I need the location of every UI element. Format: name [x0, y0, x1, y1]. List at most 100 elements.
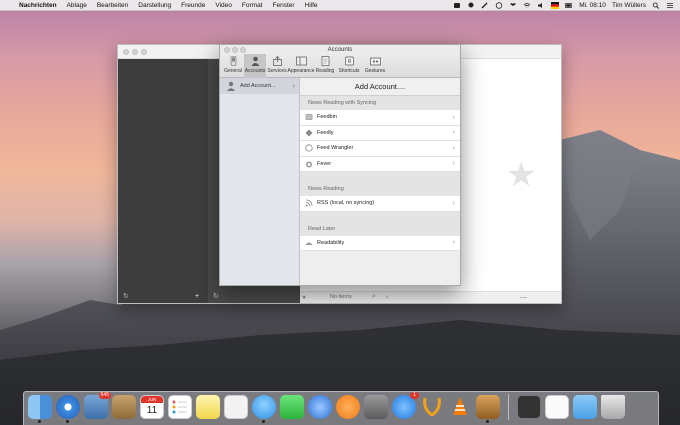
menu-format[interactable]: Format — [237, 2, 268, 9]
section-header: Read Later — [300, 221, 460, 236]
notification-center-icon[interactable] — [666, 2, 674, 9]
tab-accounts[interactable]: Accounts — [244, 54, 266, 78]
dropbox-icon[interactable] — [509, 2, 517, 9]
chevron-right-icon: › — [452, 113, 455, 121]
sidebar-item-label: Add Account... — [240, 83, 276, 89]
battery-icon[interactable] — [565, 2, 573, 9]
tab-appearance[interactable]: Appearance — [288, 54, 314, 78]
photos-app-icon[interactable]: 645 — [84, 392, 111, 419]
menu-bearbeiten[interactable]: Bearbeiten — [92, 2, 133, 9]
preview-icon[interactable] — [224, 395, 248, 419]
tab-gestures[interactable]: Gestures — [362, 54, 388, 78]
star-icon[interactable]: ★ — [506, 155, 536, 195]
chevron-right-icon: › — [452, 199, 455, 207]
back-arrow-icon[interactable]: ‹ — [386, 294, 388, 301]
facetime-icon[interactable] — [280, 395, 304, 419]
service-row-feed-wrangler[interactable]: Feed Wrangler › — [300, 141, 460, 157]
status-bulb-icon[interactable] — [467, 2, 475, 9]
status-wrench-icon[interactable] — [481, 2, 489, 9]
prefs-zoom-button[interactable] — [240, 47, 246, 53]
notification-badge: 1 — [410, 392, 419, 399]
flag-de-icon[interactable] — [551, 1, 560, 9]
prefs-toolbar: General Accounts Services Appearance Rea… — [220, 54, 460, 78]
menu-fenster[interactable]: Fenster — [268, 2, 300, 9]
add-icon[interactable]: + — [195, 293, 199, 300]
service-row-feedbin[interactable]: Feedbin › — [300, 110, 460, 126]
prefs-close-button[interactable] — [224, 47, 230, 53]
itunes-icon[interactable] — [308, 395, 332, 419]
volume-icon[interactable] — [537, 2, 545, 9]
dock-items: 645 JUN 11 1 — [28, 392, 625, 423]
more-icon[interactable]: — — [520, 294, 527, 301]
documents-stack-icon[interactable] — [545, 395, 569, 419]
calendar-icon[interactable]: JUN 11 — [140, 395, 164, 419]
keyboard-viewer-icon[interactable] — [517, 395, 541, 419]
menu-darstellung[interactable]: Darstellung — [133, 2, 176, 9]
downloads-folder-icon[interactable] — [573, 395, 597, 419]
feedly-icon — [305, 129, 313, 137]
chevron-right-icon: › — [452, 129, 455, 137]
chevron-right-icon: › — [292, 82, 295, 90]
ibooks-icon[interactable] — [336, 395, 360, 419]
mark-read-icon[interactable]: ● — [302, 294, 306, 301]
service-row-feedly[interactable]: Feedly › — [300, 125, 460, 141]
tab-services[interactable]: Services — [266, 54, 288, 78]
menu-app-name[interactable]: Nachrichten — [14, 2, 62, 9]
search-list-icon[interactable]: ⌕ — [372, 293, 376, 301]
messages-icon[interactable] — [252, 395, 276, 423]
minimize-button[interactable] — [132, 49, 138, 55]
refresh-icon[interactable]: ↻ — [123, 292, 129, 300]
section-header: News Reading — [300, 182, 460, 196]
menu-bar: Nachrichten Ablage Bearbeiten Darstellun… — [0, 0, 680, 11]
key-icon: R — [344, 56, 354, 66]
search-icon[interactable] — [652, 2, 660, 9]
calendar-day: 11 — [146, 405, 158, 416]
status-history-icon[interactable] — [495, 1, 503, 9]
service-row-readability[interactable]: Readability › — [300, 235, 460, 251]
sidebar-item-add-account[interactable]: Add Account... › — [220, 78, 299, 94]
system-preferences-icon[interactable] — [364, 395, 388, 419]
reeder-app-icon[interactable] — [476, 395, 500, 423]
menu-freunde[interactable]: Freunde — [176, 2, 210, 9]
app-store-icon[interactable]: 1 — [392, 392, 419, 419]
svg-text:R: R — [347, 59, 351, 65]
section-header: News Reading with Syncing — [300, 96, 460, 110]
menubar-user[interactable]: Tim Wüllers — [612, 2, 646, 9]
accounts-preferences-window: Accounts General Accounts Services Appea… — [219, 44, 461, 286]
status-text: No items — [330, 294, 352, 300]
feedbin-icon — [305, 114, 313, 121]
prefs-minimize-button[interactable] — [232, 47, 238, 53]
menu-hilfe[interactable]: Hilfe — [300, 2, 323, 9]
vlc-icon[interactable] — [448, 395, 472, 419]
menu-video[interactable]: Video — [210, 2, 237, 9]
feed-wrangler-icon — [305, 144, 313, 152]
chevron-right-icon: › — [452, 144, 455, 152]
dock-separator — [508, 394, 509, 420]
reeder-sync-icon[interactable]: ↻ — [213, 292, 219, 300]
menu-ablage[interactable]: Ablage — [62, 2, 92, 9]
menubar-clock[interactable]: Mi. 08:10 — [579, 2, 606, 9]
readability-icon — [305, 242, 313, 245]
lyre-app-icon[interactable] — [420, 395, 444, 419]
wifi-icon[interactable] — [523, 2, 531, 9]
panel-title: Add Account.... — [300, 78, 460, 96]
add-account-panel: Add Account.... News Reading with Syncin… — [300, 78, 460, 285]
tab-shortcuts[interactable]: R Shortcuts — [336, 54, 362, 78]
zoom-button[interactable] — [141, 49, 147, 55]
close-button[interactable] — [123, 49, 129, 55]
tab-general[interactable]: General — [222, 54, 244, 78]
notes-book-icon[interactable] — [112, 395, 136, 419]
notes-icon[interactable] — [196, 395, 220, 419]
chevron-right-icon: › — [452, 160, 455, 168]
service-row-fever[interactable]: Fever › — [300, 156, 460, 172]
accounts-sidebar: Add Account... › — [220, 78, 300, 285]
trash-icon[interactable] — [601, 395, 625, 419]
share-icon — [272, 56, 282, 66]
tab-reading[interactable]: Reading — [314, 54, 336, 78]
safari-icon[interactable] — [56, 395, 80, 423]
calendar-month: JUN — [141, 396, 163, 403]
service-row-rss-local[interactable]: RSS (local, no syncing) › — [300, 196, 460, 212]
finder-icon[interactable] — [28, 395, 52, 423]
status-eye-icon[interactable] — [453, 2, 461, 9]
reminders-icon[interactable] — [168, 395, 192, 419]
